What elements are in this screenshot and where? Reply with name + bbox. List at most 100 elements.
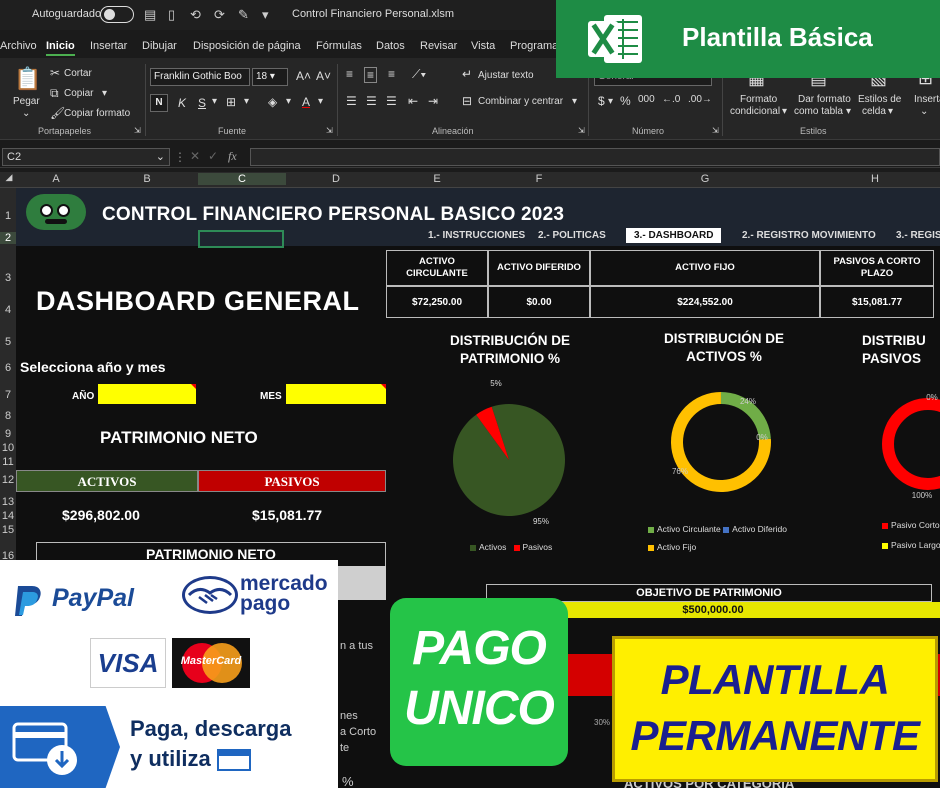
column-e[interactable]: E — [386, 173, 488, 185]
cut-icon[interactable]: ✂ — [50, 66, 60, 80]
tab-vista[interactable]: Vista — [471, 40, 495, 52]
font-color-icon[interactable]: A — [302, 95, 310, 109]
conditional-format-label-2[interactable]: condicional — [730, 106, 780, 117]
insert-cells-button[interactable]: Insertar — [914, 94, 940, 105]
conditional-dropdown-icon[interactable]: ▾ — [782, 106, 787, 117]
select-all-icon[interactable]: ◢ — [2, 172, 16, 183]
row-7[interactable]: 7 — [0, 389, 16, 401]
wrap-text-icon[interactable]: ↵ — [462, 67, 472, 81]
format-painter-button[interactable]: Copiar formato — [64, 108, 130, 119]
cut-button[interactable]: Cortar — [64, 68, 92, 79]
row-12[interactable]: 12 — [0, 474, 16, 486]
italic-button[interactable]: K — [178, 96, 186, 110]
format-table-label-1[interactable]: Dar formato — [798, 94, 851, 105]
undo-file-icon[interactable]: ⟲ — [190, 7, 201, 23]
borders-dropdown-icon[interactable]: ▾ — [244, 96, 249, 107]
row-11[interactable]: 11 — [0, 456, 16, 468]
align-top-icon[interactable]: ≡ — [346, 67, 353, 81]
underline-button[interactable]: S — [198, 96, 206, 110]
fill-dropdown-icon[interactable]: ▾ — [286, 96, 291, 107]
increase-decimal-icon[interactable]: ←.0 — [662, 94, 680, 105]
format-painter-icon[interactable]: 🖌 — [50, 106, 65, 120]
percent-icon[interactable]: % — [620, 94, 631, 108]
row-6[interactable]: 6 — [0, 362, 16, 374]
save-icon[interactable]: ▤ — [144, 7, 156, 23]
column-h[interactable]: H — [820, 173, 930, 185]
row-2[interactable]: 2 — [0, 232, 16, 244]
name-box[interactable]: C2 ⌄ — [2, 148, 170, 166]
underline-dropdown-icon[interactable]: ▾ — [212, 96, 217, 107]
row-1[interactable]: 1 — [0, 210, 16, 222]
merge-dropdown-icon[interactable]: ▾ — [572, 96, 577, 107]
selected-cell-c2[interactable] — [198, 230, 284, 248]
decrease-decimal-icon[interactable]: .00→ — [688, 94, 712, 105]
sheet-tab-instrucciones[interactable]: 1.- INSTRUCCIONES — [428, 230, 525, 241]
increase-indent-icon[interactable]: ⇥ — [428, 94, 438, 108]
column-b[interactable]: B — [96, 173, 198, 185]
copy-button[interactable]: Copiar — [64, 88, 93, 99]
tab-disposicion[interactable]: Disposición de página — [193, 40, 301, 52]
tab-datos[interactable]: Datos — [376, 40, 405, 52]
sheet-tab-politicas[interactable]: 2.- POLITICAS — [538, 230, 606, 241]
month-input[interactable] — [286, 384, 386, 404]
year-input[interactable] — [98, 384, 196, 404]
fill-color-icon[interactable]: ◈ — [268, 95, 277, 109]
decrease-indent-icon[interactable]: ⇤ — [408, 94, 418, 108]
tab-archivo[interactable]: Archivo — [0, 40, 37, 52]
merge-center-icon[interactable]: ⊟ — [462, 94, 472, 108]
fx-icon[interactable]: fx — [228, 149, 237, 164]
copy-dropdown-icon[interactable]: ▾ — [102, 88, 107, 99]
tab-dibujar[interactable]: Dibujar — [142, 40, 177, 52]
thousands-icon[interactable]: 000 — [638, 94, 655, 105]
copy-icon[interactable]: ⧉ — [50, 86, 59, 101]
align-center-icon[interactable]: ☰ — [366, 94, 377, 108]
column-g[interactable]: G — [590, 173, 820, 185]
clipboard-launcher-icon[interactable]: ⇲ — [134, 126, 141, 135]
font-launcher-icon[interactable]: ⇲ — [326, 126, 333, 135]
row-14[interactable]: 14 — [0, 510, 16, 522]
tab-formulas[interactable]: Fórmulas — [316, 40, 362, 52]
align-middle-icon[interactable]: ≡ — [364, 67, 378, 83]
row-15[interactable]: 15 — [0, 524, 16, 536]
row-5[interactable]: 5 — [0, 336, 16, 348]
formula-input[interactable] — [250, 148, 940, 166]
font-name-select[interactable]: Franklin Gothic Boo — [150, 68, 250, 86]
decrease-font-icon[interactable]: A˅ — [316, 69, 331, 83]
currency-icon[interactable]: $ — [598, 94, 605, 108]
font-size-select[interactable]: 18 ▾ — [252, 68, 288, 86]
tab-inicio[interactable]: Inicio — [46, 40, 75, 56]
paste-icon[interactable]: 📋 — [14, 66, 41, 92]
tab-insertar[interactable]: Insertar — [90, 40, 127, 52]
enter-icon[interactable]: ✓ — [208, 149, 218, 163]
row-8[interactable]: 8 — [0, 410, 16, 422]
paste-dropdown-icon[interactable]: ⌄ — [22, 108, 30, 119]
redo-icon[interactable]: ⟳ — [214, 7, 225, 23]
number-launcher-icon[interactable]: ⇲ — [712, 126, 719, 135]
increase-font-icon[interactable]: A˄ — [296, 69, 311, 83]
currency-dropdown-icon[interactable]: ▾ — [608, 96, 613, 107]
align-left-icon[interactable]: ☰ — [346, 94, 357, 108]
conditional-format-label-1[interactable]: Formato — [740, 94, 777, 105]
row-10[interactable]: 10 — [0, 442, 16, 454]
tab-revisar[interactable]: Revisar — [420, 40, 457, 52]
autosave-toggle[interactable] — [100, 6, 134, 23]
paste-button[interactable]: Pegar — [13, 96, 40, 107]
paint-icon[interactable]: ✎ — [238, 7, 249, 23]
format-table-dropdown-icon[interactable]: ▾ — [846, 106, 851, 117]
cell-styles-dropdown-icon[interactable]: ▾ — [888, 106, 893, 117]
row-4[interactable]: 4 — [0, 304, 16, 316]
insert-dropdown-icon[interactable]: ⌄ — [920, 106, 928, 117]
merge-center-button[interactable]: Combinar y centrar — [478, 96, 563, 107]
borders-icon[interactable]: ⊞ — [226, 95, 236, 109]
wrap-text-button[interactable]: Ajustar texto — [478, 70, 534, 81]
sheet-tab-dashboard[interactable]: 3.- DASHBOARD — [626, 228, 722, 243]
format-table-label-2[interactable]: como tabla — [794, 106, 843, 117]
orientation-icon[interactable]: ⟋▾ — [412, 67, 426, 82]
alignment-launcher-icon[interactable]: ⇲ — [578, 126, 585, 135]
align-bottom-icon[interactable]: ≡ — [388, 67, 395, 81]
cancel-icon[interactable]: ✕ — [190, 149, 200, 163]
row-9[interactable]: 9 — [0, 428, 16, 440]
sheet-tab-registro-movimiento[interactable]: 2.- REGISTRO MOVIMIENTO — [742, 230, 876, 241]
column-f[interactable]: F — [488, 173, 590, 185]
new-file-icon[interactable]: ▯ — [168, 7, 175, 23]
